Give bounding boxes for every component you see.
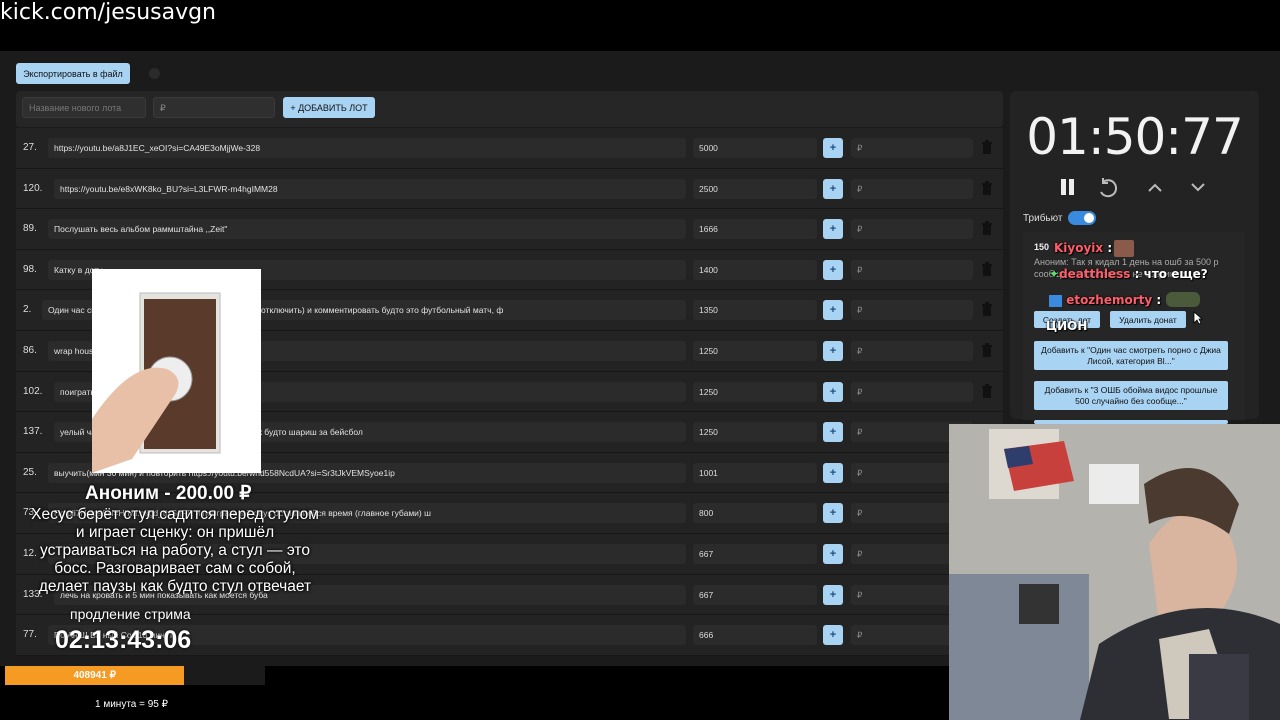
extension-label: продление стрима [70,606,191,622]
timer-display: 01:50:77 [1026,108,1244,166]
lot-number: 86. [23,344,37,356]
lot-rub-input[interactable]: ₽ [851,300,973,321]
chat-nick: Kiyoyix [1054,241,1104,255]
chat-text: : [1156,293,1162,307]
lot-amount[interactable]: 1350 [693,300,817,321]
lot-number: 89. [23,223,37,235]
add-amount-button[interactable]: + [823,259,843,280]
donation-amount: 150 [1034,242,1050,252]
trash-icon[interactable] [981,180,993,195]
trash-icon[interactable] [981,221,993,236]
add-amount-button[interactable]: + [823,584,843,605]
lot-amount[interactable]: 667 [693,584,817,605]
add-lot-button[interactable]: + ДОБАВИТЬ ЛОТ [283,97,375,118]
alert-image [92,269,261,473]
lot-row: 120. https://youtu.be/e8xWK8ko_BU?si=L3LF… [16,168,1003,210]
add-to-lot-button[interactable]: Добавить к "3 ОШБ обойма видос прошлые 5… [1034,381,1228,410]
new-lot-name-input[interactable]: Название нового лота [22,97,146,118]
lot-number: 120. [23,182,43,194]
lot-rub-input[interactable]: ₽ [851,219,973,240]
add-amount-button[interactable]: + [823,543,843,564]
emote-icon [1166,292,1200,307]
add-amount-button[interactable]: + [823,219,843,240]
lot-number: 137. [23,426,43,438]
lot-number: 27. [23,142,37,153]
chat-message: Kiyoyix : [1054,241,1112,255]
lot-amount[interactable]: 1250 [693,381,817,402]
chat-text: : что еще? [1134,267,1208,281]
mouse-cursor-icon [1193,311,1203,325]
lot-rub-input[interactable]: ₽ [851,340,973,361]
lot-amount[interactable]: 666 [693,625,817,646]
chevron-down-icon[interactable] [1191,183,1205,192]
trash-icon[interactable] [981,140,993,154]
chat-message: ✦deatthless : что еще? [1049,267,1208,281]
lot-title-input[interactable]: https://youtu.be/e8xWK8ko_BU?si=L3LFWR-m… [54,178,686,199]
add-amount-button[interactable]: + [823,300,843,321]
webcam-feed [949,424,1280,720]
chat-nick: etozhemorty [1066,293,1153,307]
add-amount-button[interactable]: + [823,503,843,524]
alert-message: Хесус берёт стул садится перед стулом и … [31,506,319,594]
lot-number: 77. [23,629,37,641]
lot-amount[interactable]: 1400 [693,259,817,280]
browser-url: kick.com/jesusavgn [0,0,217,25]
badge-icon: ✦ [1049,267,1060,281]
lot-number: 98. [23,263,37,275]
trash-icon[interactable] [981,261,993,276]
timer-controls [1059,176,1219,198]
emote-icon [1114,240,1134,257]
chat-text: : [1107,241,1113,255]
status-dot [149,68,160,79]
chat-message: ЦИОН [1046,319,1087,333]
rate-label: 1 минута = 95 ₽ [95,699,169,710]
lot-title-input[interactable]: https://youtu.be/a8J1EC_xeOI?si=CA49E3oM… [48,138,686,158]
export-button[interactable]: Экспортировать в файл [16,63,130,84]
add-amount-button[interactable]: + [823,381,843,402]
lot-rub-input[interactable]: ₽ [851,259,973,280]
lot-row: 89. Послушать весь альбом раммштайна ,,Ze… [16,209,1003,250]
trash-icon[interactable] [981,383,993,398]
add-to-lot-button[interactable]: Добавить к "Один час смотреть порно с Дж… [1034,341,1228,370]
lot-title-input[interactable]: Послушать весь альбом раммштайна ,,Zeit" [48,219,686,240]
delete-donation-button[interactable]: Удалить донат [1110,311,1186,328]
lot-amount[interactable]: 1001 [693,462,817,483]
chat-nick: deatthless [1059,267,1131,281]
add-amount-button[interactable]: + [823,422,843,443]
lot-amount[interactable]: 2500 [693,178,817,199]
trash-icon[interactable] [981,342,993,357]
add-amount-button[interactable]: + [823,340,843,361]
lot-amount[interactable]: 667 [693,543,817,564]
lot-number: 2. [23,304,32,316]
add-amount-button[interactable]: + [823,625,843,646]
tribute-toggle[interactable] [1068,211,1096,225]
chat-text: ЦИОН [1046,319,1088,333]
lot-rub-input[interactable]: ₽ [851,178,973,199]
badge-icon [1049,294,1062,307]
lot-amount[interactable]: 1250 [693,340,817,361]
new-lot-amount-input[interactable]: ₽ [153,97,275,118]
reset-icon[interactable] [1100,178,1118,198]
lot-number: 102. [23,385,43,397]
lot-number: 25. [23,466,37,478]
pause-icon[interactable] [1061,179,1074,195]
alert-title: Аноним - 200.00 ₽ [85,483,252,504]
tribute-label: Трибьют [1023,213,1063,224]
add-amount-button[interactable]: + [823,138,843,158]
lot-amount[interactable]: 800 [693,503,817,524]
add-amount-button[interactable]: + [823,462,843,483]
add-amount-button[interactable]: + [823,178,843,199]
lot-rub-input[interactable]: ₽ [851,381,973,402]
lot-rub-input[interactable]: ₽ [851,138,973,158]
chat-message: etozhemorty : [1049,293,1161,307]
extension-timer: 02:13:43:06 [55,626,192,654]
progress-bar: 408941 ₽ [5,666,185,685]
lot-amount[interactable]: 1666 [693,219,817,240]
lot-amount[interactable]: 5000 [693,138,817,158]
lot-amount[interactable]: 1250 [693,422,817,443]
lot-row: 27. https://youtu.be/a8J1EC_xeOI?si=CA49E… [16,128,1003,169]
chevron-up-icon[interactable] [1148,183,1162,192]
trash-icon[interactable] [981,302,993,317]
